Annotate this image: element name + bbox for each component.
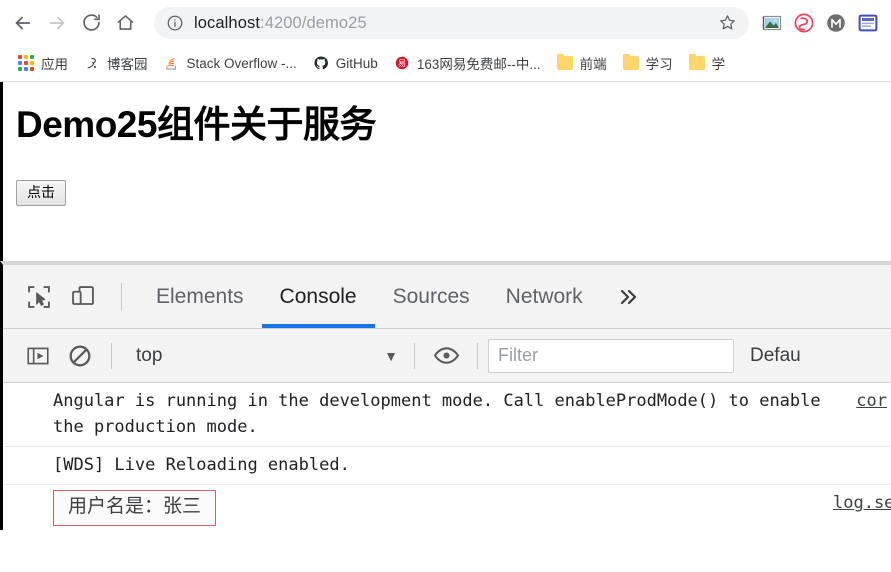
github-icon (313, 55, 329, 71)
context-value: top (136, 344, 163, 366)
openai-extension-icon[interactable] (789, 8, 819, 38)
bookmark-label: 学 (711, 57, 726, 72)
console-message-source-link[interactable]: cor (856, 388, 891, 414)
tab-network[interactable]: Network (488, 266, 601, 328)
url-path: :4200/demo25 (260, 13, 367, 32)
console-message-text: [WDS] Live Reloading enabled. (53, 455, 350, 475)
toolbar-divider (477, 342, 478, 369)
bookmark-folder-frontend[interactable]: 前端 (549, 50, 615, 76)
clear-console-icon[interactable] (59, 335, 101, 377)
device-toolbar-icon[interactable] (61, 275, 105, 319)
svg-text:易: 易 (398, 59, 406, 68)
reload-icon[interactable] (74, 6, 108, 40)
address-bar[interactable]: localhost:4200/demo25 (154, 6, 749, 39)
inspect-element-icon[interactable] (17, 275, 61, 319)
address-bar-url[interactable]: localhost:4200/demo25 (194, 13, 712, 33)
forward-icon[interactable] (40, 6, 74, 40)
bookmark-label: 博客园 (107, 57, 148, 72)
browser-navigation-toolbar: localhost:4200/demo25 (0, 0, 891, 45)
folder-icon (622, 54, 639, 71)
reader-extension-icon[interactable] (853, 8, 883, 38)
bookmark-folder-study-2[interactable]: 学 (681, 50, 734, 76)
bookmark-label: 学习 (645, 57, 673, 72)
chevron-double-right-icon[interactable] (601, 266, 653, 328)
home-icon[interactable] (108, 6, 142, 40)
page-viewport: Demo25组件关于服务 点击 (0, 82, 891, 261)
live-expression-eye-icon[interactable] (425, 335, 467, 377)
console-filter-input[interactable] (488, 338, 734, 373)
click-button[interactable]: 点击 (16, 179, 66, 207)
javascript-context-select[interactable]: top ▼ (122, 345, 404, 367)
bookmark-label: Stack Overflow -... (186, 55, 297, 71)
bookmark-star-icon[interactable] (712, 13, 743, 32)
log-levels-dropdown[interactable]: Defau (750, 345, 801, 367)
chevron-down-icon[interactable]: ▼ (384, 348, 404, 364)
bookmark-cnblogs[interactable]: 博客园 (76, 50, 156, 76)
devtools-panel: Elements Console Sources Network top ▼ F… (0, 261, 891, 530)
tab-sources[interactable]: Sources (375, 266, 488, 328)
browser-chrome: localhost:4200/demo25 应用 博客园 Stack Overf… (0, 0, 891, 82)
bookmark-label: 163网易免费邮--中... (416, 57, 541, 72)
momentum-extension-icon[interactable] (821, 8, 851, 38)
screenshot-extension-icon[interactable] (757, 8, 787, 38)
console-message-list[interactable]: Angular is running in the development mo… (3, 383, 891, 530)
tab-console[interactable]: Console (261, 266, 375, 328)
toolbar-divider (414, 342, 415, 369)
bookmark-label: 前端 (579, 57, 607, 72)
bookmark-netease-mail[interactable]: 易 163网易免费邮--中... (386, 50, 549, 76)
bookmark-github[interactable]: GitHub (305, 50, 386, 76)
tab-elements[interactable]: Elements (138, 266, 262, 328)
url-host: localhost (194, 13, 261, 32)
console-message-row[interactable]: Angular is running in the development mo… (3, 383, 891, 447)
console-sidebar-icon[interactable] (17, 335, 59, 377)
bookmark-stackoverflow[interactable]: Stack Overflow -... (156, 50, 305, 76)
netease-mail-icon: 易 (394, 55, 410, 71)
page-info-icon[interactable] (166, 14, 184, 32)
console-message-text-wrapper: 用户名是：张三 (3, 490, 833, 526)
folder-icon (556, 54, 573, 71)
bookmark-apps[interactable]: 应用 (10, 50, 76, 76)
page-title: Demo25组件关于服务 (16, 104, 376, 145)
cnblogs-icon (84, 55, 100, 71)
stackoverflow-icon (164, 55, 180, 71)
toolbar-divider (121, 282, 122, 311)
apps-grid-icon (18, 55, 34, 71)
folder-icon (688, 54, 705, 71)
console-message-text: 用户名是：张三 (53, 490, 217, 526)
bookmark-label: 应用 (41, 57, 68, 72)
console-message-text: Angular is running in the development mo… (53, 391, 831, 437)
bookmarks-bar: 应用 博客园 Stack Overflow -... GitHub 易 163网… (0, 45, 891, 82)
console-message-row-highlighted[interactable]: 用户名是：张三 log.ser (3, 485, 891, 530)
toolbar-divider (111, 342, 112, 369)
bookmark-folder-study[interactable]: 学习 (615, 50, 681, 76)
bookmark-label: GitHub (335, 55, 378, 71)
console-filter-toolbar: top ▼ Defau (3, 329, 891, 383)
console-message-source-link[interactable]: log.ser (833, 490, 891, 516)
console-message-row[interactable]: [WDS] Live Reloading enabled. (3, 447, 891, 485)
back-icon[interactable] (6, 6, 40, 40)
devtools-tabbar: Elements Console Sources Network (3, 265, 891, 329)
